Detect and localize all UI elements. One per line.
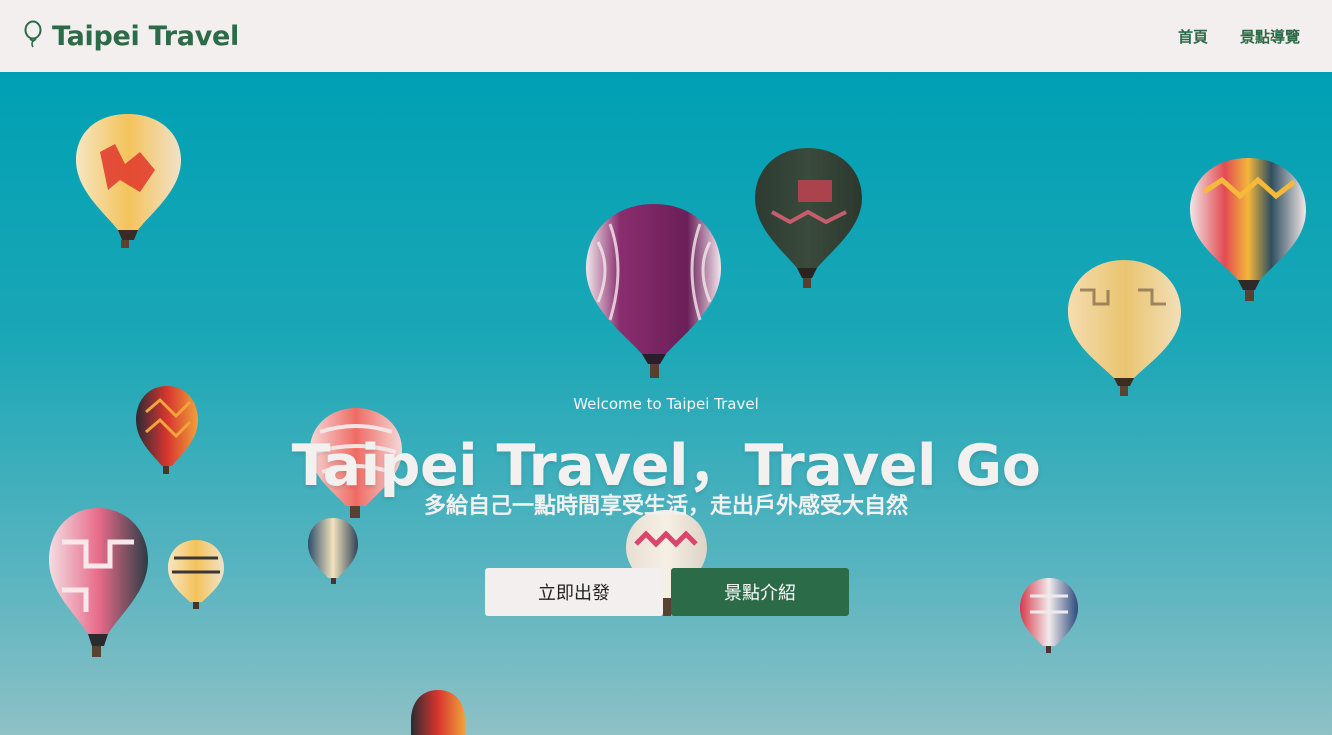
nav-menu: 首頁 景點導覽 <box>1178 26 1300 47</box>
nav-link-home[interactable]: 首頁 <box>1178 26 1208 47</box>
go-now-button[interactable]: 立即出發 <box>485 568 663 616</box>
brand-logo[interactable]: Taipei Travel <box>22 20 239 52</box>
navbar: Taipei Travel 首頁 景點導覽 <box>0 0 1332 72</box>
brand-name: Taipei Travel <box>52 20 239 52</box>
hero-banner: Welcome to Taipei Travel Taipei Travel，T… <box>0 72 1332 735</box>
hero-welcome-text: Welcome to Taipei Travel <box>573 395 759 413</box>
attractions-intro-button[interactable]: 景點介紹 <box>671 568 849 616</box>
balloon-icon <box>22 20 44 52</box>
hero-subtitle: 多給自己一點時間享受生活，走出戶外感受大自然 <box>423 494 908 519</box>
hero-content: Welcome to Taipei Travel Taipei Travel，T… <box>0 72 1332 735</box>
nav-link-attractions[interactable]: 景點導覽 <box>1240 26 1300 47</box>
